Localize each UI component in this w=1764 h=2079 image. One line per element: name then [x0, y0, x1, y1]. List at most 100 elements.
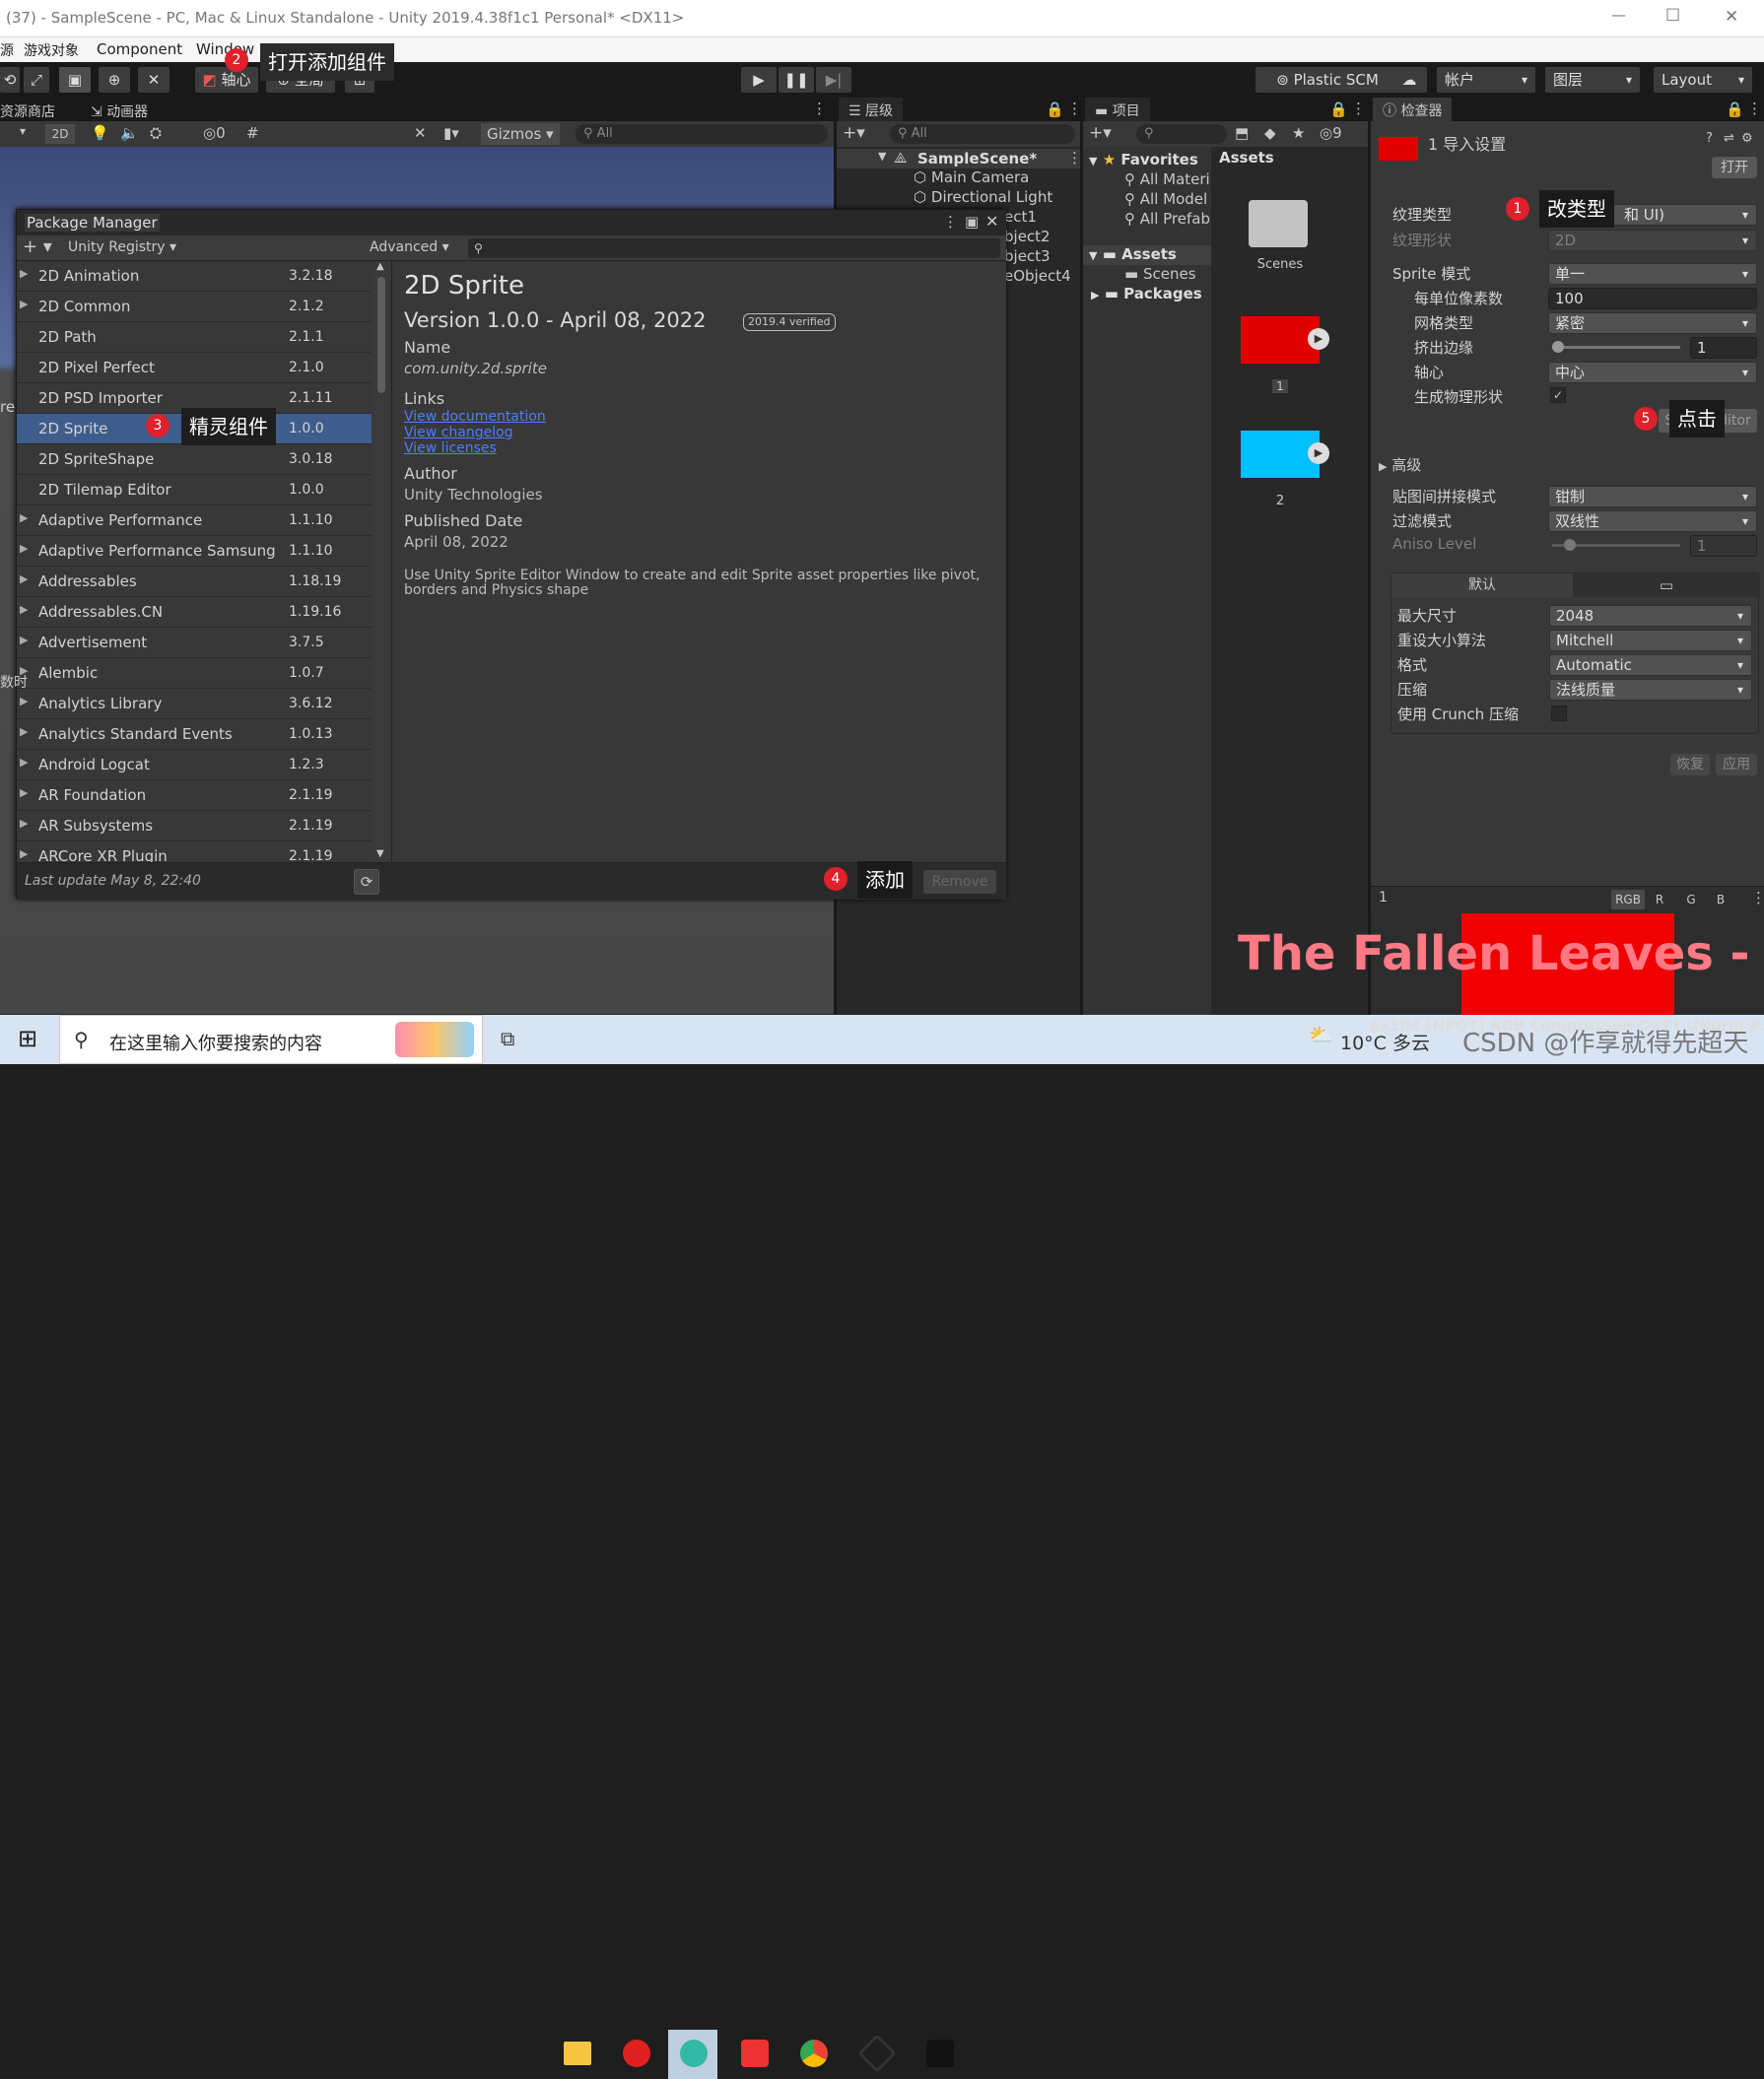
texture-shape-dropdown[interactable]: 2D: [1548, 230, 1757, 251]
package-row[interactable]: ▶ Analytics Library 3.6.12: [17, 689, 372, 719]
scroll-thumb[interactable]: [377, 277, 385, 393]
format-dropdown[interactable]: Automatic: [1549, 654, 1752, 676]
plastic-scm-button[interactable]: ⊚ Plastic SCM: [1255, 67, 1399, 93]
hidden-packages-toggle[interactable]: ◎9: [1320, 124, 1342, 142]
chat-app-icon[interactable]: [668, 2030, 717, 2079]
project-menu-icon[interactable]: ⋮: [1351, 100, 1366, 117]
package-row[interactable]: ▶ Addressables.CN 1.19.16: [17, 597, 372, 628]
open-button[interactable]: 打开: [1712, 157, 1757, 178]
package-row[interactable]: ▶ Addressables 1.18.19: [17, 567, 372, 597]
cloud-button[interactable]: ☁: [1391, 67, 1427, 93]
expand-arrow-icon[interactable]: ▶: [20, 511, 28, 524]
close-button[interactable]: ✕: [1725, 7, 1738, 27]
package-row[interactable]: ▶ AR Foundation 2.1.19: [17, 780, 372, 811]
advanced-foldout[interactable]: ▶ 高级: [1379, 454, 1421, 475]
lock-icon[interactable]: 🔒: [1726, 101, 1744, 118]
expand-arrow-icon[interactable]: ▶: [20, 572, 28, 585]
toggle-2d-button[interactable]: 2D: [45, 124, 75, 144]
audio-icon[interactable]: 🔈: [120, 124, 139, 142]
package-row[interactable]: 2D Path 2.1.1: [17, 322, 372, 353]
netease-music-icon[interactable]: [611, 2030, 660, 2079]
preview-menu-icon[interactable]: ⋮: [1751, 889, 1764, 906]
aniso-slider[interactable]: [1552, 539, 1680, 551]
hierarchy-add-button[interactable]: +▾: [843, 123, 865, 143]
unity-editor-icon[interactable]: [915, 2030, 964, 2079]
chrome-icon[interactable]: [788, 2030, 838, 2079]
filter-type-icon[interactable]: ⬒: [1235, 124, 1249, 142]
settings-gear-icon[interactable]: ⚙: [1741, 131, 1753, 146]
menu-item-gameobject[interactable]: 游戏对象: [24, 40, 79, 60]
scene-search-input[interactable]: ⚲ All: [576, 124, 828, 144]
layers-dropdown[interactable]: 图层: [1545, 67, 1640, 93]
asset-tile-sprite-red[interactable]: ▶ 1: [1241, 316, 1329, 393]
preset-icon[interactable]: ⇌: [1724, 131, 1734, 146]
shading-dropdown-icon[interactable]: ▾: [20, 124, 26, 138]
lock-icon[interactable]: 🔒: [1329, 101, 1348, 118]
favorites-header[interactable]: ▼ ★ Favorites: [1089, 151, 1198, 168]
tab-inspector[interactable]: ⓘ 检查器: [1373, 98, 1453, 121]
hidden-objects-toggle[interactable]: ◎0: [203, 124, 226, 142]
channel-r-button[interactable]: R: [1647, 890, 1672, 909]
pivot-toggle[interactable]: ◩ 轴心: [195, 67, 258, 93]
windows-start-icon[interactable]: ⊞: [18, 1025, 37, 1052]
expand-arrow-icon[interactable]: ▶: [20, 634, 28, 646]
pm-add-button[interactable]: + ▾: [23, 236, 52, 257]
tree-item-scenes[interactable]: ▬ Scenes: [1124, 265, 1196, 283]
menu-item-component[interactable]: Component: [97, 40, 182, 58]
inspector-menu-icon[interactable]: ⋮: [1747, 100, 1762, 117]
channel-g-button[interactable]: G: [1678, 890, 1704, 909]
filter-label-icon[interactable]: ◆: [1264, 124, 1276, 142]
crunch-checkbox[interactable]: [1551, 705, 1567, 721]
sprite-mode-dropdown[interactable]: 单一: [1548, 263, 1757, 285]
max-size-dropdown[interactable]: 2048: [1549, 605, 1752, 627]
custom-tool-button[interactable]: ✕: [138, 67, 170, 93]
help-icon[interactable]: ?: [1706, 131, 1713, 146]
minimize-button[interactable]: —: [1611, 6, 1626, 24]
expand-arrow-icon[interactable]: ▶: [20, 298, 28, 310]
hierarchy-item[interactable]: ⬡ Main Camera: [914, 168, 1029, 188]
tab-project[interactable]: ▬ 项目: [1085, 98, 1150, 121]
pm-maximize-icon[interactable]: ▣: [965, 213, 979, 231]
extrude-slider[interactable]: [1552, 341, 1680, 353]
hierarchy-scene-row[interactable]: ▼ ⟁ SampleScene* ⋮: [837, 149, 1083, 168]
tools-icon[interactable]: ✕: [414, 124, 427, 142]
expand-arrow-icon[interactable]: ▶: [20, 817, 28, 830]
package-row[interactable]: ▶ Advertisement 3.7.5: [17, 628, 372, 658]
package-row[interactable]: ▶ AR Subsystems 2.1.19: [17, 811, 372, 841]
scene-menu-icon[interactable]: ⋮: [812, 100, 827, 117]
hierarchy-item[interactable]: bject2: [1004, 228, 1051, 247]
mesh-type-dropdown[interactable]: 紧密: [1548, 312, 1757, 334]
channel-rgb-button[interactable]: RGB: [1611, 890, 1645, 909]
package-row[interactable]: ▶ 2D Common 2.1.2: [17, 292, 372, 322]
project-add-button[interactable]: +▾: [1089, 123, 1112, 143]
transform-tool-button[interactable]: ⊕: [99, 67, 130, 93]
package-row[interactable]: ▶ Analytics Standard Events 1.0.13: [17, 719, 372, 750]
expand-arrow-icon[interactable]: ▶: [20, 725, 28, 738]
pm-close-icon[interactable]: ✕: [985, 212, 998, 231]
slider-handle[interactable]: [1552, 341, 1564, 353]
slider-handle[interactable]: [1564, 539, 1576, 551]
rect-transform-tool-button[interactable]: ▣: [59, 67, 91, 93]
compression-dropdown[interactable]: 法线质量: [1549, 679, 1752, 701]
pivot-dropdown[interactable]: 中心: [1548, 362, 1757, 383]
pm-link-changelog[interactable]: View changelog: [404, 425, 513, 440]
package-row[interactable]: ▶ ARCore XR Plugin 2.1.19: [17, 841, 372, 862]
expand-arrow-icon[interactable]: ▶: [20, 786, 28, 799]
package-row[interactable]: ▶ Adaptive Performance Samsung 1.1.10: [17, 536, 372, 567]
project-search-input[interactable]: ⚲: [1136, 124, 1227, 144]
package-row[interactable]: ▶ Alembic 1.0.7: [17, 658, 372, 689]
tree-item-packages[interactable]: ▶ ▬ Packages: [1091, 285, 1202, 302]
hierarchy-search-input[interactable]: ⚲ All: [890, 124, 1075, 144]
package-row[interactable]: ▶ Adaptive Performance 1.1.10: [17, 505, 372, 536]
package-row[interactable]: ▶ 2D Animation 3.2.18: [17, 261, 372, 292]
apply-button[interactable]: 应用: [1716, 754, 1757, 775]
lighting-icon[interactable]: 💡: [91, 124, 109, 142]
aniso-input[interactable]: 1: [1690, 535, 1757, 557]
physics-shape-checkbox[interactable]: ✓: [1550, 387, 1566, 403]
favorite-star-icon[interactable]: ★: [1292, 124, 1305, 142]
favorite-item[interactable]: ⚲ All Prefab: [1124, 210, 1210, 228]
expand-arrow-icon[interactable]: ▶: [20, 756, 28, 769]
maximize-button[interactable]: ☐: [1665, 6, 1680, 26]
expand-arrow-icon[interactable]: ▶: [20, 847, 28, 860]
extrude-input[interactable]: 1: [1690, 337, 1757, 359]
